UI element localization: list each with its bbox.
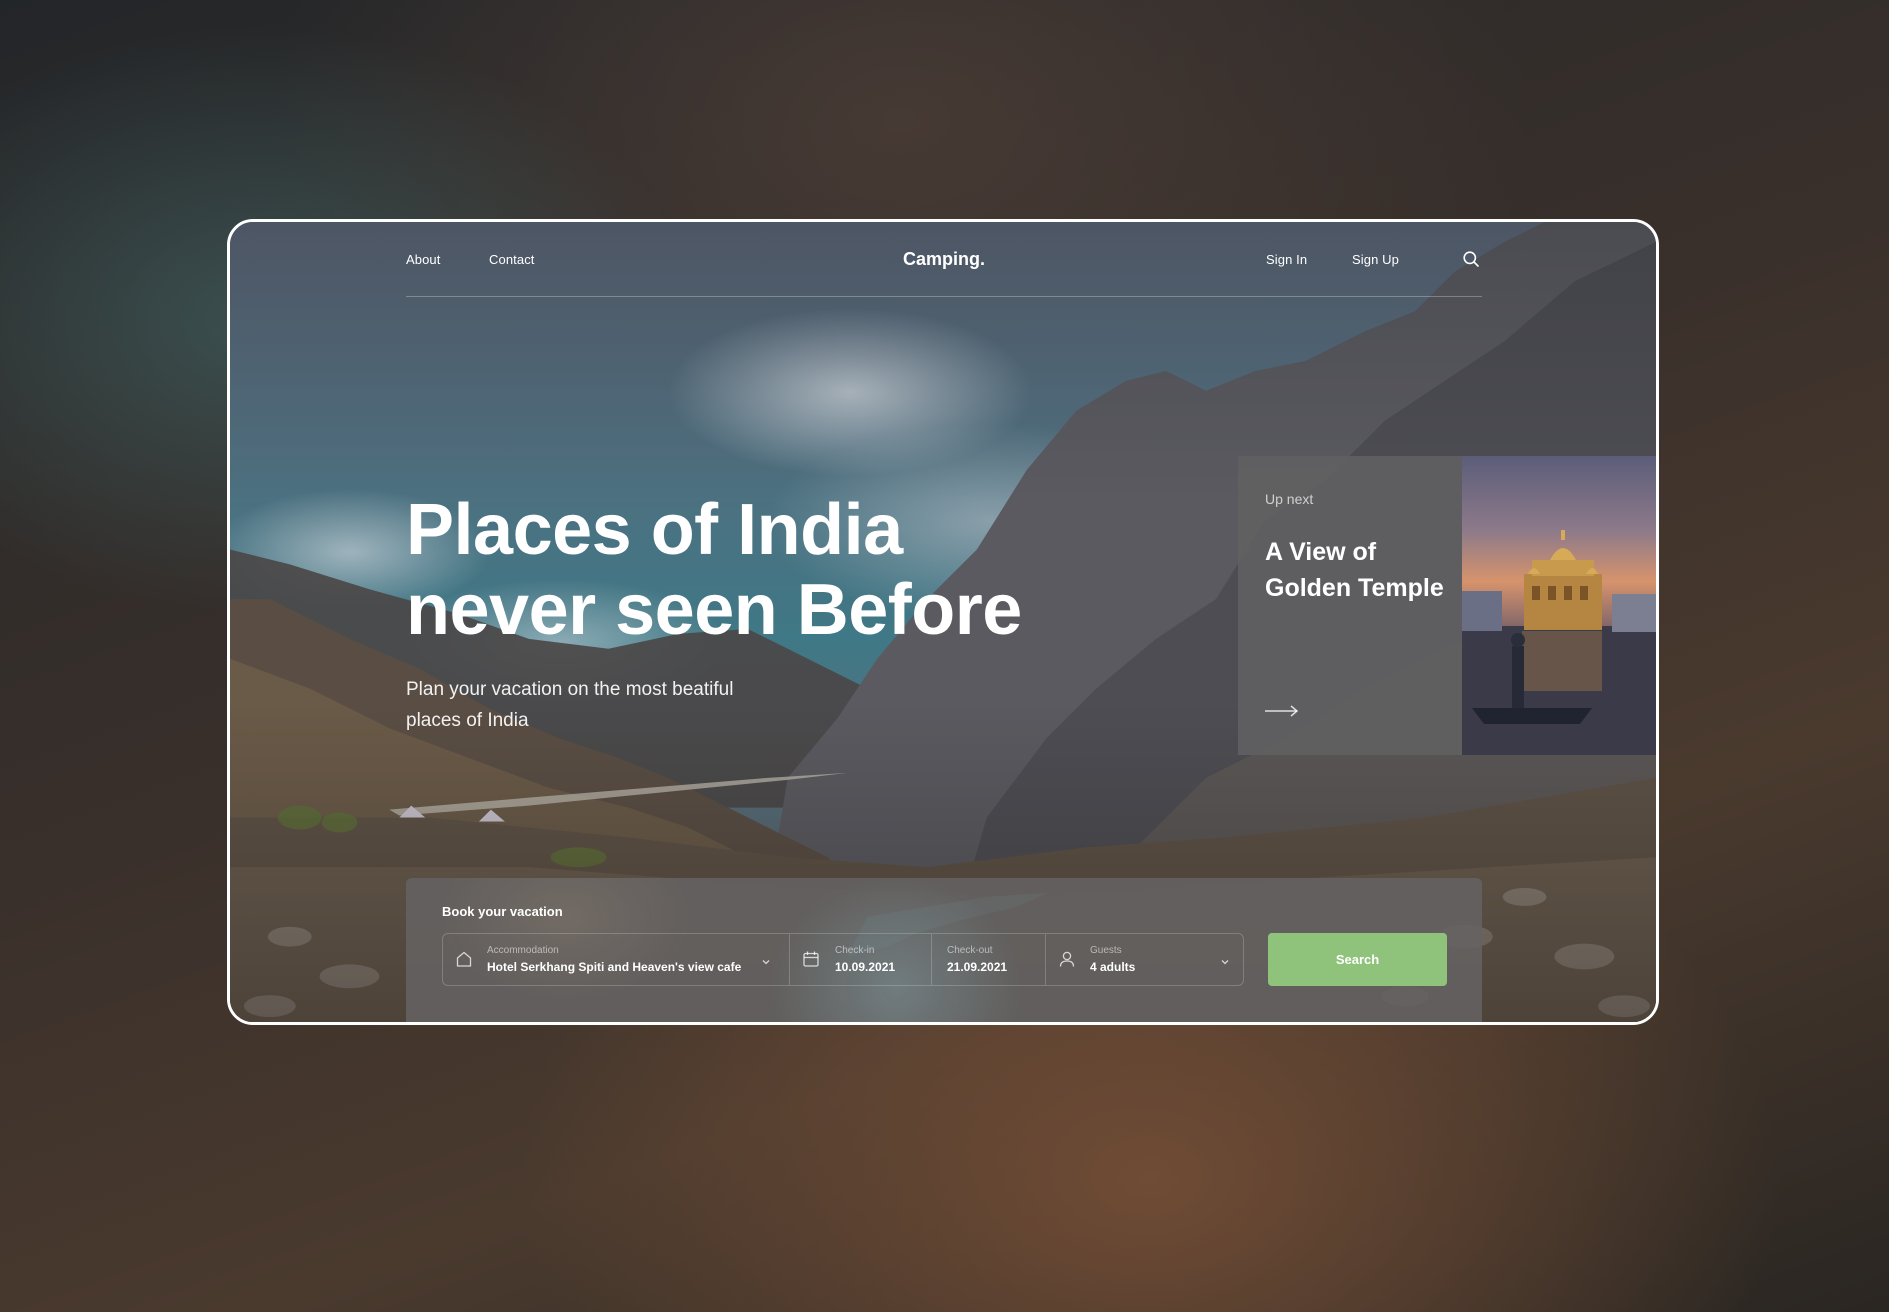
- booking-fields: Accommodation Hotel Serkhang Spiti and H…: [442, 933, 1244, 986]
- guests-label: Guests: [1090, 945, 1122, 956]
- check-out-field[interactable]: Check-out 21.09.2021: [931, 934, 1046, 985]
- chevron-down-icon: [761, 954, 771, 965]
- chevron-down-icon: [1220, 954, 1230, 965]
- accommodation-select[interactable]: Accommodation Hotel Serkhang Spiti and H…: [443, 934, 789, 985]
- user-icon: [1058, 950, 1076, 968]
- accommodation-value: Hotel Serkhang Spiti and Heaven's view c…: [487, 960, 742, 974]
- up-next-title: A View of Golden Temple: [1265, 538, 1444, 602]
- brand-logo[interactable]: Camping.: [903, 249, 985, 269]
- arrow-right-icon[interactable]: [1265, 704, 1299, 718]
- nav-link-contact[interactable]: Contact: [489, 252, 535, 267]
- brand-logo-wrap: Camping.: [406, 249, 1482, 270]
- sign-up-link[interactable]: Sign Up: [1352, 252, 1399, 267]
- check-out-value: 21.09.2021: [947, 960, 1008, 974]
- search-icon[interactable]: [1462, 250, 1480, 268]
- up-next-label: Up next: [1265, 491, 1314, 507]
- check-in-field[interactable]: Check-in 10.09.2021: [789, 934, 932, 985]
- up-next-card[interactable]: Up next A View of Golden Temple: [1238, 456, 1656, 755]
- calendar-icon: [802, 950, 820, 968]
- search-button[interactable]: Search: [1268, 933, 1447, 986]
- hero-subtitle: Plan your vacation on the most beatiful …: [406, 679, 734, 731]
- guests-value: 4 adults: [1090, 960, 1136, 974]
- home-icon: [455, 950, 473, 968]
- up-next-panel: Up next A View of Golden Temple: [1238, 456, 1462, 755]
- booking-heading: Book your vacation: [442, 904, 563, 919]
- check-in-label: Check-in: [835, 945, 875, 956]
- top-nav: About Contact Camping. Sign In Sign Up: [406, 222, 1482, 297]
- check-out-label: Check-out: [947, 945, 993, 956]
- browser-frame: About Contact Camping. Sign In Sign Up P…: [227, 219, 1659, 1025]
- check-in-value: 10.09.2021: [835, 960, 896, 974]
- accommodation-label: Accommodation: [487, 945, 559, 956]
- booking-panel: Book your vacation Accommodation Hotel S…: [406, 878, 1482, 1022]
- hero-title: Places of India never seen Before: [406, 490, 1022, 650]
- nav-link-about[interactable]: About: [406, 252, 440, 267]
- sign-in-link[interactable]: Sign In: [1266, 252, 1307, 267]
- golden-temple-image: [1462, 456, 1656, 755]
- guests-select[interactable]: Guests 4 adults: [1045, 934, 1244, 985]
